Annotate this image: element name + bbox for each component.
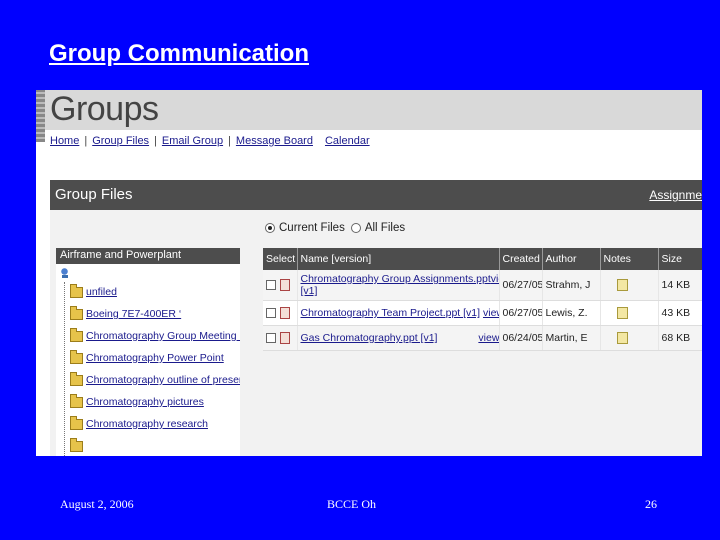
size-cell: 14 KB — [658, 270, 702, 301]
author-cell: Martin, E — [542, 325, 601, 351]
panel-title: Group Files — [55, 186, 133, 203]
folder-icon — [70, 305, 83, 320]
slide-title: Group Communication — [49, 40, 309, 67]
folder-label[interactable]: Boeing 7E7-400ER ‘ — [86, 308, 181, 320]
group-files-panel: Group Files Assignme Current Files All F… — [50, 180, 702, 456]
view-link[interactable]: view — [478, 332, 498, 344]
nav-calendar-link[interactable]: Calendar — [325, 135, 370, 147]
table-row: Chromatography Team Project.ppt [v1] vie… — [263, 300, 702, 326]
col-header-size[interactable]: Size — [658, 248, 702, 270]
size-cell: 43 KB — [658, 300, 702, 326]
file-version-link[interactable]: [v1] — [301, 285, 318, 297]
all-files-label[interactable]: All Files — [365, 222, 405, 234]
all-files-radio[interactable] — [350, 223, 361, 233]
folder-item-outline[interactable]: Chromatography outline of presentation — [70, 371, 240, 388]
footer-center: BCCE Oh — [327, 497, 377, 511]
created-cell: 06/27/05 — [499, 300, 543, 326]
created-cell: 06/24/05 — [499, 325, 543, 351]
folder-tree: Airframe and Powerplant unfiled Boeing 7… — [56, 248, 240, 456]
file-name-link[interactable]: Chromatography Group Assignments.ppt — [301, 273, 491, 285]
col-header-created[interactable]: Created — [499, 248, 543, 270]
folder-label[interactable]: Chromatography research — [86, 418, 208, 430]
select-checkbox[interactable] — [266, 333, 276, 344]
footer-date: August 2, 2006 — [60, 497, 134, 511]
ppt-file-icon — [280, 279, 290, 292]
panel-header: Group Files Assignme — [50, 180, 702, 210]
table-row: Gas Chromatography.ppt [v1] view 06/24/0… — [263, 325, 702, 351]
current-files-radio[interactable] — [265, 223, 275, 233]
file-name-link[interactable]: Gas Chromatography.ppt [v1] — [301, 332, 438, 344]
folder-item-pictures[interactable]: Chromatography pictures — [70, 393, 204, 410]
view-link[interactable]: view — [483, 307, 498, 319]
ppt-file-icon — [280, 307, 290, 320]
folder-item-partial[interactable] — [70, 437, 83, 454]
folder-item-research[interactable]: Chromatography research — [70, 415, 208, 432]
nav-bar: Home | Group Files | Email Group | Message Boa… — [50, 135, 370, 147]
folder-label[interactable]: unfiled — [86, 286, 117, 298]
file-filter: Current Files All Files — [265, 222, 405, 234]
select-checkbox[interactable] — [266, 308, 276, 319]
file-name-link[interactable]: Chromatography Team Project.ppt [v1] — [301, 307, 481, 319]
col-header-select: Select — [263, 248, 298, 270]
current-files-label[interactable]: Current Files — [279, 222, 345, 234]
page-title: Groups — [50, 90, 159, 128]
select-checkbox[interactable] — [266, 280, 276, 291]
folder-item-unfiled[interactable]: unfiled — [70, 283, 117, 300]
folder-label[interactable]: Chromatography pictures — [86, 396, 204, 408]
tree-root-icon[interactable] — [60, 268, 69, 278]
folder-icon — [70, 393, 83, 408]
folder-icon — [70, 415, 83, 430]
folder-icon — [70, 437, 83, 452]
note-icon[interactable] — [616, 307, 628, 320]
table-row: Chromatography Group Assignments.pptview… — [263, 270, 702, 301]
folder-icon — [70, 349, 83, 364]
folder-label[interactable]: Chromatography Group Meeting Notes — [86, 330, 240, 342]
size-cell: 68 KB — [658, 325, 702, 351]
folder-item-boeing[interactable]: Boeing 7E7-400ER ‘ — [70, 305, 181, 322]
nav-home-link[interactable]: Home — [50, 135, 79, 147]
folder-icon — [70, 283, 83, 298]
col-header-notes: Notes — [600, 248, 659, 270]
assignments-link[interactable]: Assignme — [649, 188, 702, 202]
note-icon[interactable] — [616, 332, 628, 345]
view-link[interactable]: view — [491, 273, 498, 285]
nav-group-files-link[interactable]: Group Files — [92, 135, 149, 147]
author-cell: Strahm, J — [542, 270, 601, 301]
note-icon[interactable] — [616, 279, 628, 292]
nav-email-group-link[interactable]: Email Group — [162, 135, 223, 147]
folder-icon — [70, 327, 83, 342]
ppt-file-icon — [280, 332, 290, 345]
files-table-container: Select Name [version] Created Author Not… — [263, 248, 702, 351]
window-grip-handle — [36, 90, 45, 142]
groups-header: Groups — [36, 90, 702, 130]
footer-page-number: 26 — [645, 497, 657, 511]
folder-item-power-point[interactable]: Chromatography Power Point — [70, 349, 224, 366]
created-cell: 06/27/05 — [499, 270, 543, 301]
folder-item-meeting-notes[interactable]: Chromatography Group Meeting Notes — [70, 327, 240, 344]
files-table: Select Name [version] Created Author Not… — [263, 248, 702, 351]
col-header-author[interactable]: Author — [542, 248, 601, 270]
folder-label[interactable]: Chromatography Power Point — [86, 352, 224, 364]
folder-icon — [70, 371, 83, 386]
folder-label[interactable]: Chromatography outline of presentation — [86, 374, 240, 386]
author-cell: Lewis, Z. — [542, 300, 601, 326]
folder-tree-header: Airframe and Powerplant — [56, 248, 240, 264]
col-header-name[interactable]: Name [version] — [297, 248, 500, 270]
screenshot-window: Groups Home | Group Files | Email Group | Mess… — [36, 90, 702, 456]
nav-message-board-link[interactable]: Message Board — [236, 135, 313, 147]
